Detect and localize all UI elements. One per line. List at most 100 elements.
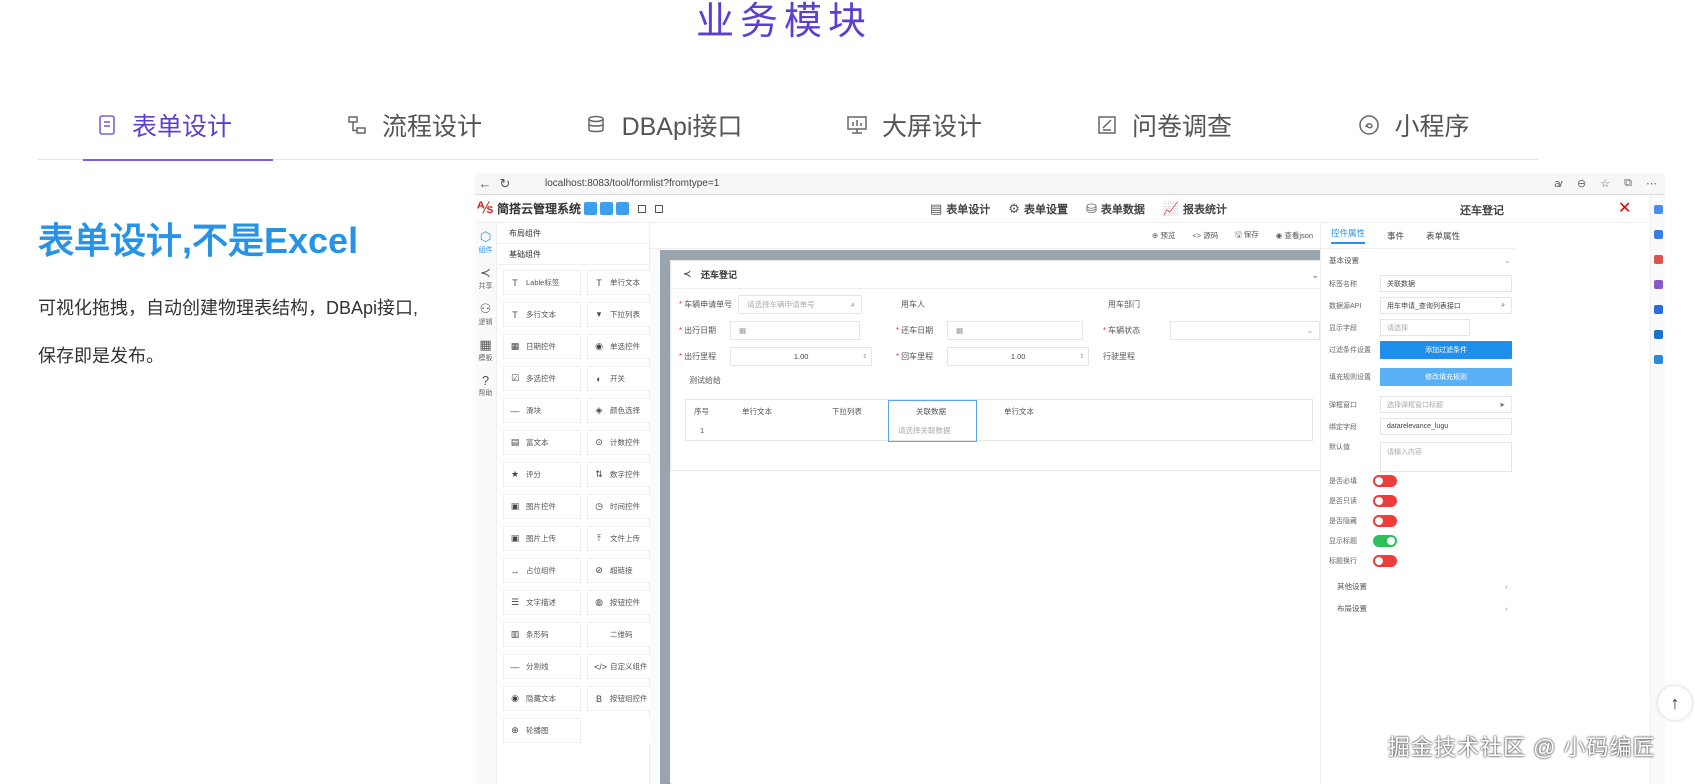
component-item[interactable]: </> 自定义组件 bbox=[587, 654, 657, 679]
address-bar[interactable]: localhost:8083/tool/formlist?fromtype=1 bbox=[545, 178, 719, 189]
name-input[interactable]: 关联数据 bbox=[1380, 275, 1512, 292]
component-item[interactable]: ◈ 颜色选择 bbox=[587, 398, 657, 423]
component-item[interactable]: T 单行文本 bbox=[587, 270, 657, 295]
layout-square-icon[interactable] bbox=[638, 204, 647, 213]
component-item[interactable]: T 多行文本 bbox=[503, 302, 581, 327]
out-date-input[interactable]: ▦ bbox=[730, 321, 861, 340]
component-item[interactable]: — 分割线 bbox=[503, 654, 581, 679]
component-item[interactable]: 二维码 bbox=[587, 622, 657, 647]
layout-square-icon[interactable] bbox=[655, 204, 664, 213]
stepper-icon[interactable]: ⇕ bbox=[862, 353, 867, 360]
component-item[interactable]: ◷ 时间控件 bbox=[587, 494, 657, 519]
menu-item-form-design[interactable]: ▤ 表单设计 bbox=[930, 201, 990, 217]
tag-icon[interactable] bbox=[1653, 230, 1663, 239]
component-item[interactable]: ▾ 下拉列表 bbox=[587, 302, 657, 327]
car-status-select[interactable]: ⌄ bbox=[1170, 321, 1321, 340]
show-title-toggle[interactable] bbox=[1373, 535, 1397, 547]
assoc-placeholder[interactable]: 请选择关联数据 bbox=[898, 425, 951, 436]
bind-field-input[interactable]: datarelevance_lugu bbox=[1380, 418, 1512, 435]
collections-icon[interactable]: ⧉ bbox=[1624, 177, 1632, 190]
tab-events[interactable]: 事件 bbox=[1387, 230, 1404, 242]
component-item[interactable]: ★ 评分 bbox=[503, 462, 581, 487]
required-toggle[interactable] bbox=[1373, 475, 1397, 487]
tab-flow-design[interactable]: 流程设计 bbox=[288, 90, 538, 160]
rail-help[interactable]: ? 帮助 bbox=[475, 367, 496, 402]
close-icon[interactable]: ✕ bbox=[1618, 198, 1631, 218]
component-item[interactable]: ◐ 开关 bbox=[587, 366, 657, 391]
api-input[interactable]: 用车申请_查询列表接口 ⌕ bbox=[1380, 297, 1512, 314]
popup-input[interactable]: 选择弹框窗口标题 ➤ bbox=[1380, 396, 1512, 413]
favorite-icon[interactable]: ☆ bbox=[1600, 177, 1610, 190]
cart-icon[interactable] bbox=[1653, 355, 1663, 364]
component-item[interactable]: T Lable标签 bbox=[503, 270, 581, 295]
form-block-header[interactable]: ≺ 还车登记 ⌄ bbox=[671, 261, 1331, 289]
basic-settings-header[interactable]: 基本设置 ⌄ bbox=[1329, 255, 1510, 266]
show-field-select[interactable]: 请选择 bbox=[1380, 319, 1470, 336]
component-item[interactable]: ▦ 日期控件 bbox=[503, 334, 581, 359]
component-item[interactable]: ◉ 单选控件 bbox=[587, 334, 657, 359]
toolbar-button[interactable]: 🖫 保存 bbox=[1235, 229, 1258, 242]
chevron-down-icon[interactable]: ⌄ bbox=[1311, 261, 1319, 289]
toolbar-square-icon[interactable] bbox=[584, 202, 598, 215]
tab-screen-design[interactable]: 大屏设计 bbox=[788, 90, 1038, 160]
menu-item-report[interactable]: 📈 报表统计 bbox=[1163, 201, 1227, 217]
tab-form-props[interactable]: 表单属性 bbox=[1426, 230, 1460, 242]
search-icon[interactable]: ⌕ bbox=[851, 300, 855, 310]
add-filter-button[interactable]: 添加过滤条件 bbox=[1380, 341, 1512, 359]
toolbar-square-icon[interactable] bbox=[616, 202, 630, 215]
component-item[interactable]: ↔ 占位组件 bbox=[503, 558, 581, 583]
copilot-icon[interactable] bbox=[1653, 305, 1663, 314]
other-settings-header[interactable]: 其他设置 › bbox=[1337, 581, 1508, 592]
component-item[interactable]: ⊘ 超链接 bbox=[587, 558, 657, 583]
return-date-input[interactable]: ▦ bbox=[947, 321, 1084, 340]
component-item[interactable]: ⤒ 文件上传 bbox=[587, 526, 657, 551]
toolbar-button[interactable]: ◉ 查看json bbox=[1276, 230, 1313, 241]
more-icon[interactable]: ⋯ bbox=[1646, 177, 1657, 190]
outlook-icon[interactable] bbox=[1653, 330, 1663, 339]
layout-settings-header[interactable]: 布局设置 › bbox=[1337, 603, 1508, 614]
component-item[interactable]: ☑ 多选控件 bbox=[503, 366, 581, 391]
back-icon[interactable]: ← bbox=[475, 176, 495, 191]
component-item[interactable]: ▣ 图片控件 bbox=[503, 494, 581, 519]
component-item[interactable]: ⇅ 数字控件 bbox=[587, 462, 657, 487]
component-item[interactable]: B 按钮组控件 bbox=[587, 686, 657, 711]
default-value-textarea[interactable]: 请输入内容 bbox=[1380, 442, 1512, 472]
component-item[interactable]: ▥ 条形码 bbox=[503, 622, 581, 647]
menu-item-form-settings[interactable]: ⚙ 表单设置 bbox=[1008, 201, 1068, 217]
back-mileage-input[interactable]: 1.00 ⇕ bbox=[947, 347, 1090, 366]
read-aloud-icon[interactable]: ꜹ bbox=[1554, 177, 1563, 190]
title-wrap-toggle[interactable] bbox=[1373, 555, 1397, 567]
toolbar-square-icon[interactable] bbox=[600, 202, 614, 215]
rail-components[interactable]: ⬡ 组件 bbox=[475, 223, 496, 259]
zoom-icon[interactable]: ⊖ bbox=[1577, 177, 1586, 190]
person-icon[interactable] bbox=[1653, 280, 1663, 289]
back-to-top-button[interactable]: ↑ bbox=[1658, 686, 1692, 720]
out-mileage-input[interactable]: 1.00 ⇕ bbox=[730, 347, 873, 366]
tab-form-design[interactable]: 表单设计 bbox=[38, 90, 288, 161]
toolbar-button[interactable]: <> 源码 bbox=[1192, 230, 1218, 241]
edit-fill-rule-button[interactable]: 修改填充规则 bbox=[1380, 368, 1512, 386]
search-icon[interactable] bbox=[1653, 205, 1663, 214]
stepper-icon[interactable]: ⇕ bbox=[1079, 353, 1084, 360]
component-item[interactable]: ▤ 富文本 bbox=[503, 430, 581, 455]
refresh-icon[interactable]: ↻ bbox=[495, 176, 515, 192]
apply-no-input[interactable]: 请选择车辆申请单号 ⌕ bbox=[738, 295, 863, 314]
group-layout-components[interactable]: 布局组件 bbox=[497, 223, 649, 244]
component-item[interactable]: ☰ 文字描述 bbox=[503, 590, 581, 615]
component-item[interactable]: ⊙ 计数控件 bbox=[587, 430, 657, 455]
bag-icon[interactable] bbox=[1653, 255, 1663, 264]
rail-template[interactable]: ▦ 模板 bbox=[475, 331, 496, 367]
tab-dbapi[interactable]: DBApi接口 bbox=[538, 90, 788, 160]
component-item[interactable]: ◍ 按钮控件 bbox=[587, 590, 657, 615]
hidden-toggle[interactable] bbox=[1373, 515, 1397, 527]
search-icon[interactable]: ⌕ bbox=[1501, 302, 1505, 310]
rail-share[interactable]: ≺ 共享 bbox=[475, 259, 496, 295]
send-icon[interactable]: ➤ bbox=[1499, 401, 1505, 409]
component-item[interactable]: — 滑块 bbox=[503, 398, 581, 423]
tab-miniapp[interactable]: 小程序 bbox=[1288, 90, 1538, 160]
toolbar-button[interactable]: ⊕ 预览 bbox=[1152, 230, 1175, 241]
readonly-toggle[interactable] bbox=[1373, 495, 1397, 507]
tab-control-props[interactable]: 控件属性 bbox=[1331, 227, 1366, 244]
component-item[interactable]: ⊕ 轮播图 bbox=[503, 718, 581, 743]
rail-logic[interactable]: ⚇ 逻辑 bbox=[475, 295, 496, 331]
